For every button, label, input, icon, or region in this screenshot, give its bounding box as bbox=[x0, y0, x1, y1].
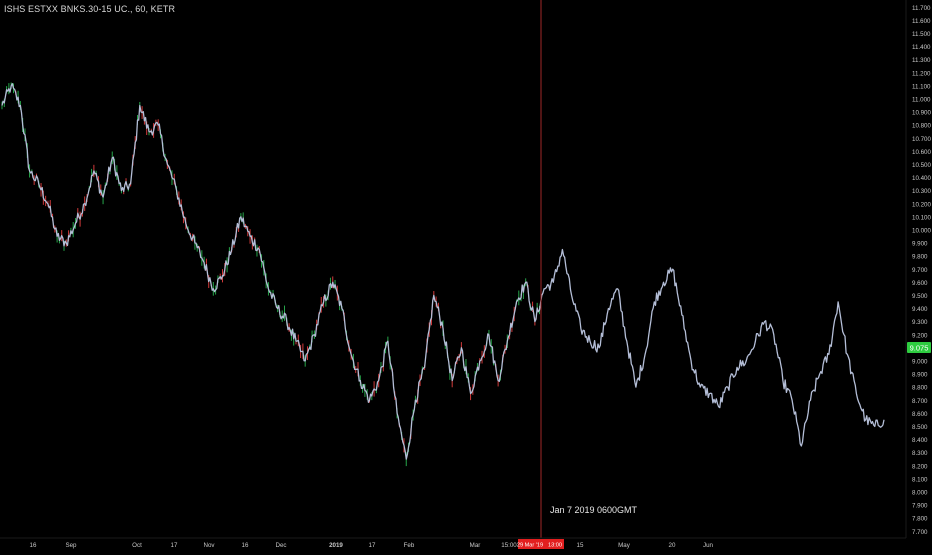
chart-area[interactable]: 11.700 11.600 11.500 11.400 11.300 11.200 11.1… bbox=[0, 0, 932, 550]
price-tick-label: 9.300 bbox=[912, 319, 928, 326]
price-tick-label: 11.700 bbox=[912, 5, 931, 12]
price-tick-label: 9.700 bbox=[912, 267, 928, 274]
time-tick-label: 15 bbox=[577, 542, 584, 549]
price-tick-label: 10.400 bbox=[912, 175, 931, 182]
price-tick-label: 9.900 bbox=[912, 241, 928, 248]
time-tick-label: 20 bbox=[669, 542, 676, 549]
line-series-layer bbox=[1, 83, 885, 460]
time-tick-label: Nov bbox=[203, 542, 215, 549]
price-tick-label: 8.400 bbox=[912, 437, 928, 444]
price-tick-label: 9.600 bbox=[912, 280, 928, 287]
price-tick-label: 7.800 bbox=[912, 516, 928, 523]
price-axis[interactable]: 11.700 11.600 11.500 11.400 11.300 11.200 11.1… bbox=[912, 5, 931, 536]
last-price-badge: 9.075 bbox=[910, 344, 929, 353]
time-tick-label: Dec bbox=[275, 542, 286, 549]
price-tick-label: 8.600 bbox=[912, 411, 928, 418]
price-tick-label: 11.200 bbox=[912, 70, 931, 77]
price-tick-label: 8.800 bbox=[912, 385, 928, 392]
price-tick-label: 11.400 bbox=[912, 44, 931, 51]
time-tick-label: 16 bbox=[30, 542, 37, 549]
time-axis[interactable]: 16 Sep Oct 17 Nov 16 Dec 2019 17 Feb Mar 15:00 15 May… bbox=[30, 539, 714, 549]
price-tick-label: 10.800 bbox=[912, 123, 931, 130]
price-tick-label: 11.300 bbox=[912, 57, 931, 64]
price-tick-label: 11.100 bbox=[912, 83, 931, 90]
price-tick-label: 8.900 bbox=[912, 372, 928, 379]
time-tick-label: Jun bbox=[703, 542, 714, 549]
time-tick-label: May bbox=[618, 542, 631, 549]
price-tick-label: 8.700 bbox=[912, 398, 928, 405]
time-tick-label: Feb bbox=[404, 542, 415, 549]
price-tick-label: 8.500 bbox=[912, 424, 928, 431]
time-tick-label: Oct bbox=[132, 542, 142, 549]
price-tick-label: 8.100 bbox=[912, 476, 928, 483]
series-line bbox=[1, 83, 885, 460]
last-price-marker: 9.075 bbox=[907, 342, 931, 353]
price-tick-label: 10.300 bbox=[912, 188, 931, 195]
crosshair-date-label: 29 Mar '19 bbox=[517, 543, 543, 549]
price-tick-label: 11.600 bbox=[912, 18, 931, 25]
price-tick-label: 9.500 bbox=[912, 293, 928, 300]
price-tick-label: 11.500 bbox=[912, 31, 931, 38]
price-tick-label: 8.200 bbox=[912, 463, 928, 470]
chart-annotation: Jan 7 2019 0600GMT bbox=[550, 505, 638, 515]
time-tick-label: Sep bbox=[65, 542, 77, 549]
price-tick-label: 10.100 bbox=[912, 214, 931, 221]
price-tick-label: 10.200 bbox=[912, 201, 931, 208]
price-tick-label: 10.600 bbox=[912, 149, 931, 156]
time-tick-label: Mar bbox=[470, 542, 481, 549]
price-tick-label: 7.700 bbox=[912, 529, 928, 536]
time-tick-label: 2019 bbox=[329, 542, 343, 549]
price-tick-label: 10.000 bbox=[912, 228, 931, 235]
time-tick-label: 16 bbox=[242, 542, 249, 549]
price-tick-label: 9.400 bbox=[912, 306, 928, 313]
crosshair-time-label: 13:00 bbox=[548, 543, 562, 549]
time-tick-label: 17 bbox=[369, 542, 376, 549]
price-tick-label: 8.300 bbox=[912, 450, 928, 457]
time-tick-label: 17 bbox=[171, 542, 178, 549]
candles-layer bbox=[1, 82, 540, 467]
chart-svg[interactable]: 11.700 11.600 11.500 11.400 11.300 11.200 11.1… bbox=[0, 0, 932, 550]
price-tick-label: 7.900 bbox=[912, 503, 928, 510]
price-tick-label: 9.000 bbox=[912, 359, 928, 366]
price-tick-label: 10.500 bbox=[912, 162, 931, 169]
price-tick-label: 9.200 bbox=[912, 332, 928, 339]
price-tick-label: 8.000 bbox=[912, 490, 928, 497]
price-tick-label: 11.000 bbox=[912, 97, 931, 104]
price-tick-label: 10.700 bbox=[912, 136, 931, 143]
price-tick-label: 9.800 bbox=[912, 254, 928, 261]
time-tick-label: 15:00 bbox=[501, 542, 517, 549]
price-tick-label: 10.900 bbox=[912, 110, 931, 117]
symbol-title: ISHS ESTXX BNKS.30-15 UC., 60, KETR bbox=[4, 4, 176, 14]
